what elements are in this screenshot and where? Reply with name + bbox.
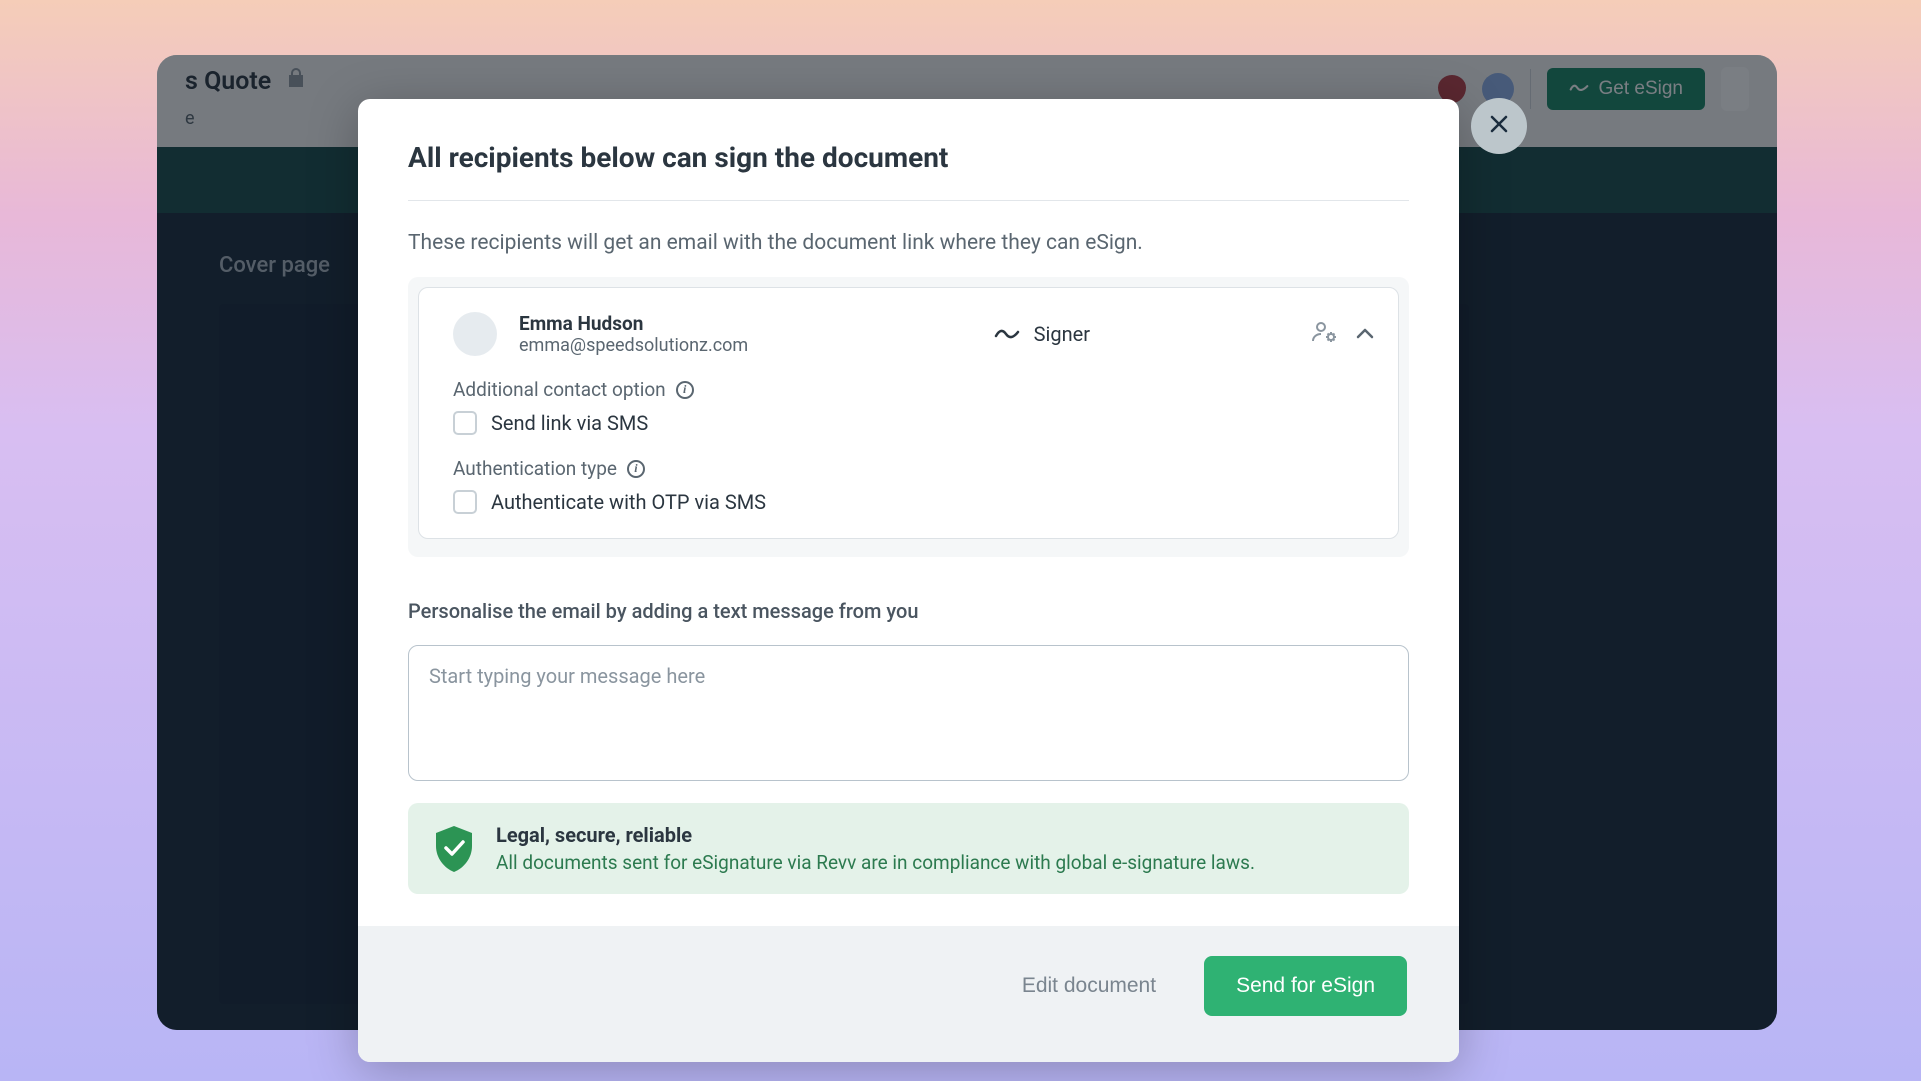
- close-button[interactable]: [1471, 98, 1527, 154]
- additional-contact-label: Additional contact option i: [453, 378, 1374, 401]
- trust-banner: Legal, secure, reliable All documents se…: [408, 803, 1409, 894]
- recipient-role: Signer: [994, 322, 1090, 346]
- recipient-email: emma@speedsolutionz.com: [519, 335, 748, 356]
- modal-footer: Edit document Send for eSign: [358, 926, 1459, 1062]
- otp-checkbox-label: Authenticate with OTP via SMS: [491, 490, 766, 514]
- recipients-section: Emma Hudson emma@speedsolutionz.com Sign…: [408, 277, 1409, 557]
- trust-title: Legal, secure, reliable: [496, 823, 1255, 847]
- sms-checkbox[interactable]: [453, 411, 477, 435]
- user-settings-icon[interactable]: [1310, 320, 1338, 348]
- auth-type-label: Authentication type i: [453, 457, 1374, 480]
- recipient-card: Emma Hudson emma@speedsolutionz.com Sign…: [418, 287, 1399, 539]
- modal-title: All recipients below can sign the docume…: [408, 141, 1409, 201]
- shield-check-icon: [432, 824, 476, 874]
- info-icon[interactable]: i: [676, 381, 694, 399]
- edit-document-button[interactable]: Edit document: [1022, 974, 1156, 998]
- message-input[interactable]: [408, 645, 1409, 781]
- send-for-esign-button[interactable]: Send for eSign: [1204, 956, 1407, 1016]
- personalise-label: Personalise the email by adding a text m…: [408, 599, 1409, 623]
- otp-checkbox[interactable]: [453, 490, 477, 514]
- modal-description: These recipients will get an email with …: [408, 231, 1409, 255]
- chevron-up-icon[interactable]: [1356, 325, 1374, 344]
- recipient-name: Emma Hudson: [519, 312, 748, 335]
- close-icon: [1488, 110, 1510, 142]
- signature-icon: [994, 322, 1020, 346]
- info-icon[interactable]: i: [627, 460, 645, 478]
- recipient-role-label: Signer: [1034, 322, 1090, 346]
- sms-checkbox-label: Send link via SMS: [491, 411, 648, 435]
- recipient-avatar: [453, 312, 497, 356]
- esign-modal: All recipients below can sign the docume…: [358, 99, 1459, 1062]
- trust-description: All documents sent for eSignature via Re…: [496, 851, 1255, 874]
